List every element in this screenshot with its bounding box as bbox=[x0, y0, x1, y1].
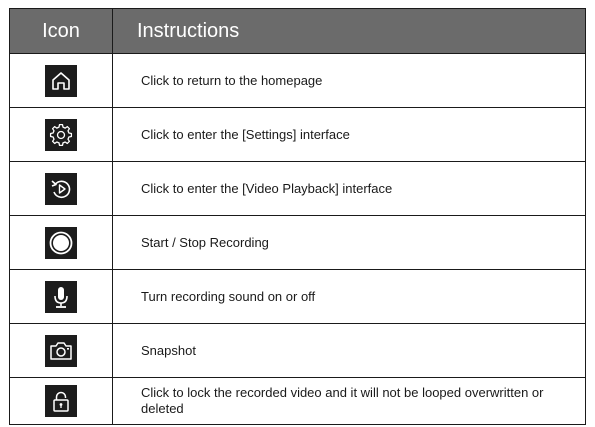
instruction-text: Click to enter the [Settings] interface bbox=[112, 107, 586, 162]
instruction-text: Click to lock the recorded video and it … bbox=[112, 377, 586, 425]
table-header-row: Icon Instructions bbox=[9, 8, 586, 54]
record-icon bbox=[45, 226, 77, 259]
lock-icon bbox=[45, 385, 77, 417]
table-row: Click to return to the homepage bbox=[9, 53, 586, 108]
icon-column-header: Icon bbox=[9, 8, 113, 54]
camera-icon bbox=[45, 334, 77, 367]
table-row: Snapshot bbox=[9, 323, 586, 378]
instruction-text: Click to enter the [Video Playback] inte… bbox=[112, 161, 586, 216]
microphone-icon bbox=[45, 280, 77, 313]
table-row: Click to lock the recorded video and it … bbox=[9, 377, 586, 425]
instructions-table: Icon Instructions Click to return to the… bbox=[9, 8, 586, 425]
gear-icon bbox=[45, 118, 77, 151]
table-row: Click to enter the [Video Playback] inte… bbox=[9, 161, 586, 216]
table-row: Click to enter the [Settings] interface bbox=[9, 107, 586, 162]
instruction-text: Click to return to the homepage bbox=[112, 53, 586, 108]
instructions-column-header: Instructions bbox=[112, 8, 586, 54]
playback-icon bbox=[45, 172, 77, 205]
home-icon bbox=[45, 64, 77, 97]
instruction-text: Turn recording sound on or off bbox=[112, 269, 586, 324]
instruction-text: Start / Stop Recording bbox=[112, 215, 586, 270]
table-row: Start / Stop Recording bbox=[9, 215, 586, 270]
table-row: Turn recording sound on or off bbox=[9, 269, 586, 324]
instruction-text: Snapshot bbox=[112, 323, 586, 378]
